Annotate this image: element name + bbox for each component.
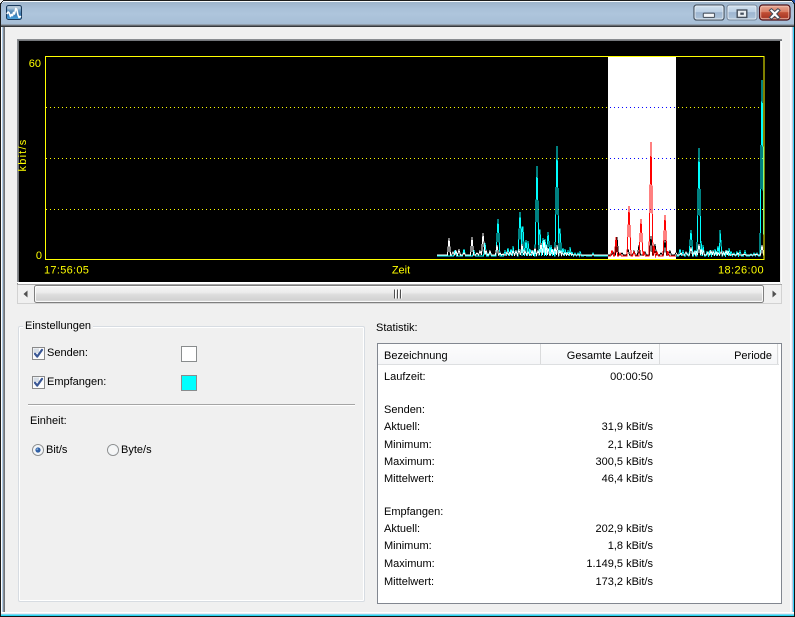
svg-text:0: 0 bbox=[36, 250, 42, 262]
svg-text:Zeit: Zeit bbox=[392, 265, 410, 277]
svg-text:kbit/s: kbit/s bbox=[17, 139, 29, 172]
svg-text:17:56:05: 17:56:05 bbox=[44, 265, 89, 277]
svg-text:18:26:00: 18:26:00 bbox=[718, 265, 764, 277]
svg-text:60: 60 bbox=[29, 58, 41, 70]
